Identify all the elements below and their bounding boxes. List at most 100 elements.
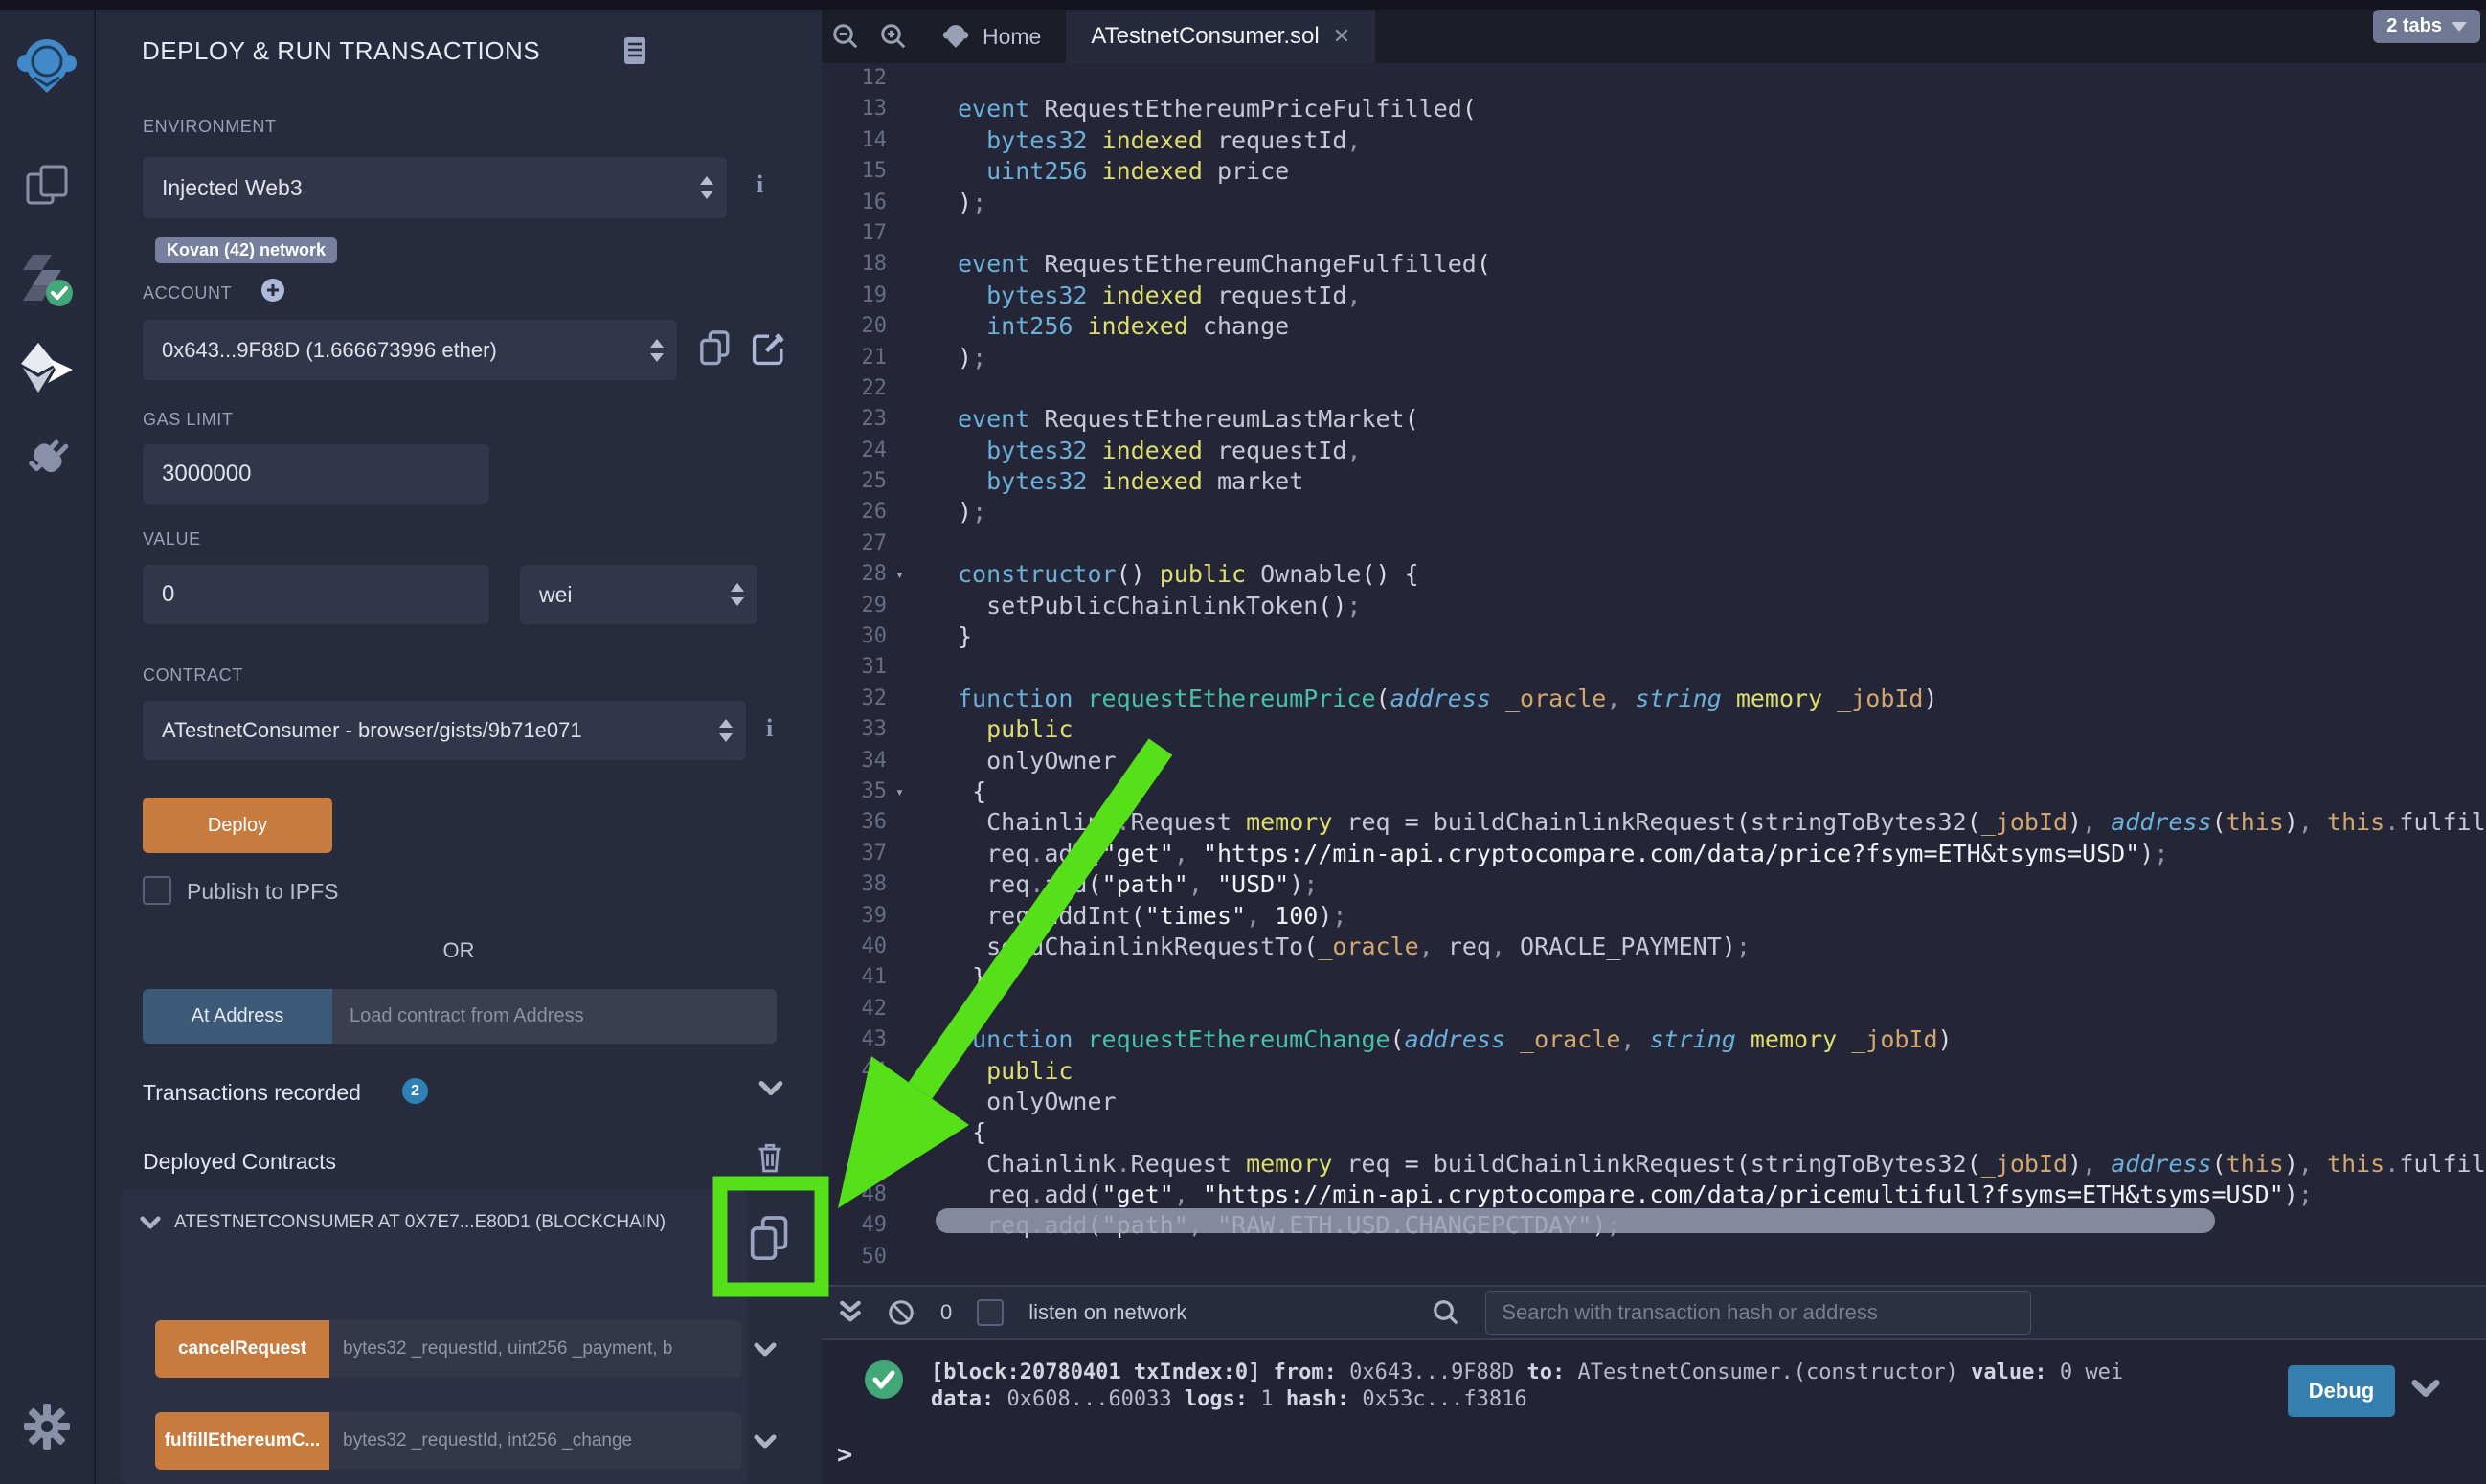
code-line[interactable]: 46▾ { [822,1117,2486,1148]
code-line[interactable]: 38 req.add("path", "USD"); [822,869,2486,900]
code-line[interactable]: 29 setPublicChainlinkToken(); [822,591,2486,621]
code-line[interactable]: 35▾ { [822,776,2486,807]
value-input[interactable]: 0 [143,565,489,624]
function-expand-chevron-icon[interactable] [754,1342,777,1357]
code-line[interactable]: 14 bytes32 indexed requestId, [822,125,2486,156]
code-line[interactable]: 40 sendChainlinkRequestTo(_oracle, req, … [822,932,2486,962]
code-text[interactable]: } [902,962,986,993]
code-line[interactable]: 41 } [822,962,2486,993]
copy-address-icon[interactable] [749,1214,791,1264]
cancel-request-button[interactable]: cancelRequest [155,1320,329,1378]
clear-deployed-trash-icon[interactable] [757,1141,783,1174]
remix-logo-icon[interactable] [15,34,79,98]
account-select[interactable]: 0x643...9F88D (1.666673996 ether) [143,320,677,380]
code-text[interactable]: event RequestEthereumLastMarket( [902,404,1419,435]
code-text[interactable]: ); [902,188,986,218]
code-line[interactable]: 36 Chainlink.Request memory req = buildC… [822,807,2486,838]
cancel-request-params[interactable]: bytes32 _requestId, uint256 _payment, b [329,1320,742,1378]
code-line[interactable]: 13event RequestEthereumPriceFulfilled( [822,94,2486,124]
code-line[interactable]: 12 [822,63,2486,94]
code-text[interactable] [902,528,958,559]
code-text[interactable]: setPublicChainlinkToken(); [902,591,1361,621]
fold-caret-icon[interactable]: ▾ [895,1117,904,1148]
tab-atestnetconsumer[interactable]: ATestnetConsumer.sol ✕ [1066,10,1375,63]
code-text[interactable] [902,1242,958,1272]
code-text[interactable]: Chainlink.Request memory req = buildChai… [902,1149,2486,1180]
fold-caret-icon[interactable]: ▾ [895,559,904,590]
publish-ipfs-checkbox[interactable] [143,876,171,905]
code-text[interactable]: } [902,621,972,652]
code-line[interactable]: 48 req.add("get", "https://min-api.crypt… [822,1180,2486,1210]
fold-caret-icon[interactable]: ▾ [895,776,904,807]
code-text[interactable]: { [902,776,986,807]
code-line[interactable]: 39 req.addInt("times", 100); [822,901,2486,932]
code-line[interactable]: 26); [822,497,2486,528]
deployed-contract-name[interactable]: ATESTNETCONSUMER AT 0X7E7...E80D1 (BLOCK… [174,1212,696,1233]
code-line[interactable]: 44 public [822,1056,2486,1087]
code-text[interactable]: req.add("get", "https://min-api.cryptoco… [902,839,2168,869]
edit-account-icon[interactable] [752,331,786,366]
code-text[interactable] [902,63,958,94]
transactions-chevron-icon[interactable] [758,1080,783,1096]
environment-info-icon[interactable]: i [757,170,763,199]
environment-select[interactable]: Injected Web3 [143,157,727,218]
horizontal-scrollbar[interactable] [936,1208,2215,1233]
tab-home[interactable]: Home [917,10,1066,63]
code-text[interactable] [902,373,958,404]
at-address-input[interactable] [332,989,777,1044]
at-address-button[interactable]: At Address [143,989,332,1044]
code-line[interactable]: 22 [822,373,2486,404]
code-line[interactable]: 23event RequestEthereumLastMarket( [822,404,2486,435]
copy-account-icon[interactable] [699,329,732,368]
code-line[interactable]: 28▾constructor() public Ownable() { [822,559,2486,590]
fulfill-ethereum-button[interactable]: fulfillEthereumC... [155,1412,329,1470]
code-line[interactable]: 32function requestEthereumPrice(address … [822,684,2486,714]
code-text[interactable]: bytes32 indexed requestId, [902,125,1361,156]
close-tab-icon[interactable]: ✕ [1333,24,1350,49]
code-text[interactable]: public [902,1056,1073,1087]
contract-info-icon[interactable]: i [766,714,773,743]
code-text[interactable]: int256 indexed change [902,311,1289,342]
code-text[interactable]: Chainlink.Request memory req = buildChai… [902,807,2486,838]
contract-select[interactable]: ATestnetConsumer - browser/gists/9b71e07… [143,701,746,760]
deploy-and-run-icon[interactable] [19,341,75,394]
code-line[interactable]: 33 public [822,714,2486,745]
value-unit-select[interactable]: wei [520,565,757,624]
code-line[interactable]: 15 uint256 indexed price [822,156,2486,187]
code-text[interactable]: sendChainlinkRequestTo(_oracle, req, ORA… [902,932,1751,962]
code-line[interactable]: 20 int256 indexed change [822,311,2486,342]
code-text[interactable]: public [902,714,1073,745]
code-line[interactable]: 27 [822,528,2486,559]
code-text[interactable]: req.addInt("times", 100); [902,901,1346,932]
transaction-log-row[interactable]: [block:20780401 txIndex:0] from: 0x643..… [864,1360,2123,1413]
code-text[interactable] [902,994,958,1024]
code-text[interactable] [902,218,958,249]
contract-expand-chevron-icon[interactable] [140,1216,161,1229]
listen-network-checkbox[interactable] [977,1299,1004,1326]
code-line[interactable]: 37 req.add("get", "https://min-api.crypt… [822,839,2486,869]
settings-gear-icon[interactable] [20,1400,74,1453]
code-line[interactable]: 17 [822,218,2486,249]
code-text[interactable]: function requestEthereumChange(address _… [902,1024,1953,1055]
function-expand-chevron-icon[interactable] [754,1434,777,1449]
code-line[interactable]: 16); [822,188,2486,218]
code-text[interactable]: req.add("path", "USD"); [902,869,1318,900]
debug-button[interactable]: Debug [2288,1365,2395,1417]
code-line[interactable]: 34 onlyOwner [822,746,2486,776]
gas-limit-input[interactable]: 3000000 [143,444,489,504]
zoom-in-icon[interactable] [870,10,917,63]
code-line[interactable]: 43function requestEthereumChange(address… [822,1024,2486,1055]
zoom-out-icon[interactable] [822,10,870,63]
solidity-compiler-icon[interactable] [19,251,75,310]
code-line[interactable]: 31 [822,652,2486,683]
code-text[interactable]: req.add("get", "https://min-api.cryptoco… [902,1180,2313,1210]
code-text[interactable]: ); [902,497,986,528]
code-text[interactable]: onlyOwner [902,746,1117,776]
plugin-manager-icon[interactable] [21,433,73,484]
code-text[interactable]: onlyOwner [902,1087,1117,1117]
code-line[interactable]: 50 [822,1242,2486,1272]
terminal-search-input[interactable] [1485,1291,2031,1335]
code-text[interactable]: bytes32 indexed requestId, [902,281,1361,311]
code-text[interactable]: function requestEthereumPrice(address _o… [902,684,1938,714]
clear-console-icon[interactable] [887,1298,915,1327]
